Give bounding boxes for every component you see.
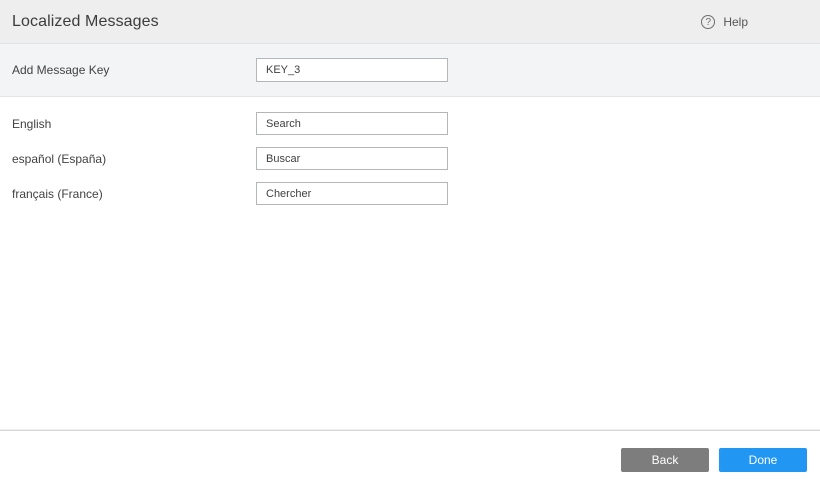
footer: Back Done [0,430,820,489]
help-label: Help [723,14,748,29]
message-key-input[interactable] [256,58,448,82]
message-key-section: Add Message Key [0,44,820,97]
done-button[interactable]: Done [719,448,807,472]
translations-section: English español (España) français (Franc… [0,97,820,205]
translation-input-spanish[interactable] [256,147,448,170]
help-button[interactable]: ? Help [701,0,748,43]
translation-row-english: English [0,112,820,135]
help-icon: ? [701,14,716,29]
translation-input-english[interactable] [256,112,448,135]
back-button[interactable]: Back [621,448,709,472]
translation-label-french: français (France) [12,186,103,201]
page-title: Localized Messages [12,12,159,30]
header: Localized Messages ? Help [0,0,820,44]
translation-label-english: English [12,116,52,131]
translation-label-spanish: español (España) [12,151,107,166]
message-key-label: Add Message Key [12,63,110,77]
translation-row-spanish: español (España) [0,147,820,170]
translation-input-french[interactable] [256,182,448,205]
localized-messages-page: Localized Messages ? Help Add Message Ke… [0,0,820,489]
translation-row-french: français (France) [0,182,820,205]
